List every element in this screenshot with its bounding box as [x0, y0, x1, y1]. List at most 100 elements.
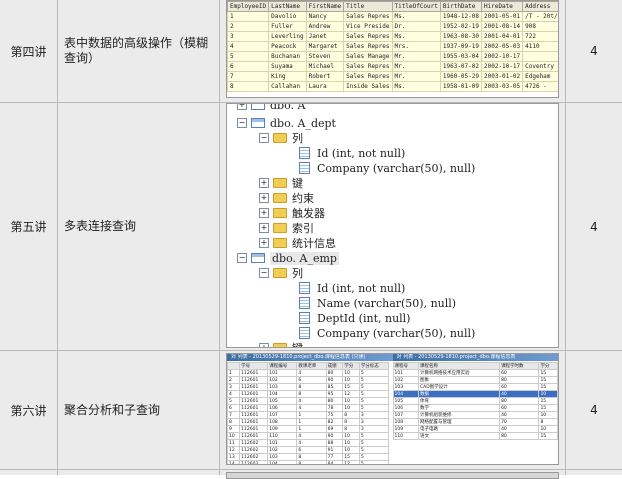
- table-cell: 5: [358, 446, 390, 454]
- table-cell: 10: [342, 432, 360, 440]
- table-row[interactable]: 14 112602 104 8 84 12 5: [227, 460, 390, 464]
- screenshot-cell: EmployeeID LastName FirstName Title TitleOfC…: [220, 0, 566, 102]
- table-row[interactable]: 103 CAD图学设计 60 15: [392, 383, 558, 391]
- table-cell: 6: [296, 376, 327, 384]
- table-row[interactable]: 7 112601 107 1 75 8 3: [227, 411, 390, 419]
- table-cell: Mr.: [391, 61, 441, 72]
- table-cell: Sales Repres: [343, 41, 393, 52]
- tree-node-folder[interactable]: + 统计信息: [259, 236, 336, 250]
- table-cell: 5: [358, 453, 390, 461]
- tree-node-folder[interactable]: + 触发器: [259, 206, 325, 220]
- column-header: 课程学时数: [499, 362, 540, 370]
- column-icon: [299, 282, 310, 294]
- tree-node-folder[interactable]: + 键: [259, 176, 303, 190]
- table-row[interactable]: 4 112601 104 8 95 12 5: [227, 390, 390, 398]
- tree-node-label: 列: [292, 132, 303, 145]
- table-row[interactable]: 2 Fuller Andrew Vice Preside Dr. 1952-02-19 20…: [227, 21, 558, 32]
- table-row[interactable]: 102 图象 80 15: [392, 376, 558, 384]
- table-cell: 60: [499, 383, 540, 391]
- table-row-lesson-6: 第六讲 聚合分析和子查询 对 列表 - 20130529-1810.projec…: [0, 351, 622, 469]
- table-row[interactable]: 101 计算机网络技术应用实验 60 15: [392, 369, 558, 377]
- table-row[interactable]: 11 112602 101 4 88 10 5: [227, 439, 390, 447]
- table-cell: 80: [325, 397, 344, 405]
- table-cell: Edgeham: [522, 71, 558, 82]
- expand-icon[interactable]: +: [259, 343, 269, 347]
- table-cell: 69: [325, 425, 344, 433]
- table-row[interactable]: 10 112601 110 4 90 10 5: [227, 432, 390, 440]
- table-cell: 5: [358, 390, 390, 398]
- table-cell: 8: [342, 411, 360, 419]
- table-cell: 4: [296, 439, 327, 447]
- table-row[interactable]: 2 112601 102 6 90 10 5: [227, 376, 390, 384]
- folder-icon: [273, 268, 287, 278]
- table-row[interactable]: 13 112602 103 8 77 15 5: [227, 453, 390, 461]
- table-row[interactable]: 6 Suyama Michael Sales Repres Mr. 1963-07-02 2…: [227, 61, 558, 72]
- tree-node-column[interactable]: Id (int, not null): [299, 146, 405, 160]
- tree-node-column[interactable]: Company (varchar(50), null): [299, 161, 475, 175]
- table-row[interactable]: 105 体育 80 15: [392, 397, 558, 405]
- table-row[interactable]: 4 Peacock Margaret Sales Repres Mrs. 1937-09-…: [227, 41, 558, 52]
- expand-icon[interactable]: +: [237, 104, 247, 110]
- tree-node-folder-partial[interactable]: + 键: [259, 341, 303, 347]
- tree-node-columns[interactable]: − 列: [259, 266, 303, 280]
- table-row-lesson-5: 第五讲 多表连接查询 + dbo. A − dbo. A_dept − 列 Id…: [0, 103, 622, 350]
- table-cell: 112602: [239, 453, 269, 461]
- table-cell: 15: [538, 369, 558, 377]
- tree-node-table-emp[interactable]: − dbo. A_emp: [237, 251, 339, 265]
- collapse-icon[interactable]: −: [259, 133, 269, 143]
- table-row[interactable]: 5 Buchanan Steven Sales Manage Mr. 1955-03-04…: [227, 51, 558, 62]
- table-cell: 1958-01-09: [439, 81, 483, 92]
- table-cell: 12: [227, 446, 241, 454]
- expand-icon[interactable]: +: [259, 178, 269, 188]
- tree-node-column[interactable]: Id (int, not null): [299, 281, 405, 295]
- tree-node-label: DeptId (int, null): [317, 311, 411, 325]
- table-row[interactable]: 8 Callahan Laura Inside Sales Ms. 1958-01-09 2…: [227, 81, 558, 92]
- tree-node-column[interactable]: Company (varchar(50), null): [299, 326, 475, 340]
- tree-node-column[interactable]: DeptId (int, null): [299, 311, 410, 325]
- table-row[interactable]: 12 112602 102 6 91 10 5: [227, 446, 390, 454]
- table-row[interactable]: 106 数学 60 15: [392, 404, 558, 412]
- table-row[interactable]: 104 数据 40 10: [392, 390, 558, 398]
- tree-node-label: 列: [292, 267, 303, 280]
- tree-node-folder[interactable]: + 约束: [259, 191, 314, 205]
- table-row[interactable]: 108 网络配置与管理 70 8: [392, 418, 558, 426]
- collapse-icon[interactable]: −: [237, 253, 247, 263]
- table-row[interactable]: 8 112601 108 1 82 8 3: [227, 418, 390, 426]
- table-row[interactable]: 7 King Robert Sales Repres Mr. 1960-05-29 2003…: [227, 71, 558, 82]
- lesson-hours: 4: [590, 44, 598, 58]
- table-cell: 13: [227, 453, 241, 461]
- table-cell: 5: [358, 432, 390, 440]
- expand-icon[interactable]: +: [259, 193, 269, 203]
- table-row[interactable]: 5 112601 105 4 80 10 5: [227, 397, 390, 405]
- table-cell: Peacock: [268, 41, 307, 52]
- table-row[interactable]: 110 语文 80 15: [392, 432, 558, 440]
- table-row[interactable]: 3 112601 103 8 85 15 5: [227, 383, 390, 391]
- tree-node-columns[interactable]: − 列: [259, 131, 303, 145]
- table-cell: 102: [267, 446, 298, 454]
- collapse-icon[interactable]: −: [237, 118, 247, 128]
- table-row[interactable]: 1 112601 101 4 80 10 5: [227, 369, 390, 377]
- expand-icon[interactable]: +: [259, 238, 269, 248]
- table-row[interactable]: 109 电子电路 40 10: [392, 425, 558, 433]
- expand-icon[interactable]: +: [259, 208, 269, 218]
- tree-node-table-dept[interactable]: − dbo. A_dept: [237, 116, 336, 130]
- table-cell: 84: [325, 460, 344, 464]
- tree-node-column[interactable]: Name (varchar(50), null): [299, 296, 456, 310]
- table-cell: 1: [227, 11, 270, 22]
- row-number-header: [227, 362, 241, 370]
- tree-node-folder[interactable]: + 索引: [259, 221, 314, 235]
- table-cell: Buchanan: [268, 51, 307, 62]
- table-row[interactable]: 1 Davolio Nancy Sales Repres Ms. 1948-12-08 20…: [227, 11, 558, 22]
- table-row[interactable]: 9 112601 109 1 69 8 3: [227, 425, 390, 433]
- table-row[interactable]: 3 Leverling Janet Sales Repres Ms. 1963-08-30…: [227, 31, 558, 42]
- expand-icon[interactable]: +: [259, 223, 269, 233]
- table-cell: 10: [342, 439, 360, 447]
- table-cell: Margaret: [305, 41, 345, 52]
- screenshot-cell: + dbo. A − dbo. A_dept − 列 Id (int, not …: [220, 103, 566, 350]
- table-row[interactable]: 6 112601 106 4 78 10 5: [227, 404, 390, 412]
- table-row[interactable]: 107 计算机组装维修 40 10: [392, 411, 558, 419]
- tree-node-table-partial[interactable]: + dbo. A: [237, 104, 305, 112]
- table-cell: Ms.: [391, 11, 441, 22]
- table-cell: 80: [499, 432, 540, 440]
- collapse-icon[interactable]: −: [259, 268, 269, 278]
